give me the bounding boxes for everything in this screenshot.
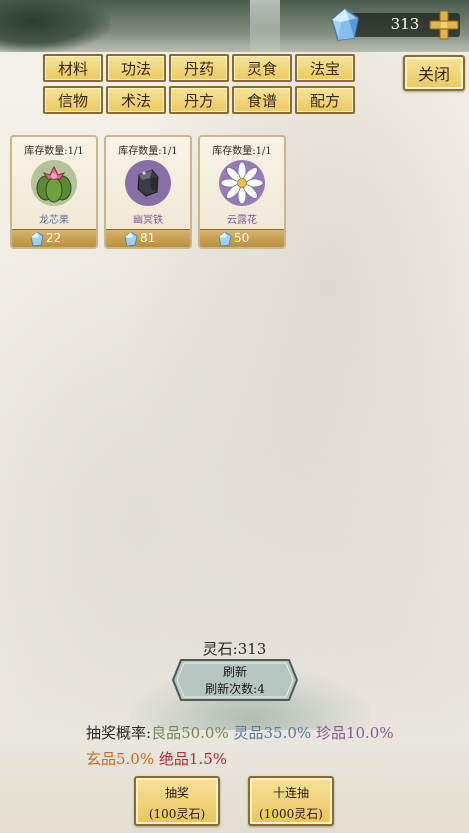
probability-prefix: 抽奖概率:	[86, 724, 152, 742]
spirit-stone-icon	[218, 232, 232, 246]
item-name: 幽冥铁	[133, 215, 163, 226]
tab-elixirs[interactable]: 丹药	[169, 54, 229, 82]
spirit-stone-icon	[30, 232, 44, 246]
draw-probability-line-2: 玄品5.0% 绝品1.5%	[86, 748, 227, 769]
probability-jue: 绝品1.5%	[158, 750, 227, 768]
item-price-bar: 50	[200, 229, 284, 247]
refresh-count: 刷新次数:4	[205, 682, 265, 696]
spirit-stone-icon	[331, 8, 359, 41]
tab-tokens[interactable]: 信物	[43, 86, 103, 114]
cloud-dew-flower-icon	[219, 160, 265, 206]
close-button[interactable]: 关闭	[403, 55, 465, 91]
refresh-button[interactable]: 刷新 刷新次数:4	[171, 658, 299, 702]
waterfall	[250, 0, 280, 52]
item-stock: 库存数量:1/1	[212, 146, 272, 157]
shop-item-card[interactable]: 库存数量:1/1 幽冥铁 81	[104, 135, 192, 249]
single-draw-label: 抽奖	[164, 786, 189, 800]
tab-materials[interactable]: 材料	[43, 54, 103, 82]
item-stock: 库存数量:1/1	[118, 146, 178, 157]
item-price-bar: 81	[106, 229, 190, 247]
ten-draw-label: 十连抽	[272, 786, 309, 800]
netherworld-iron-icon	[125, 160, 171, 206]
shop-item-card[interactable]: 库存数量:1/1 龙芯果 22	[10, 135, 98, 249]
tab-techniques[interactable]: 功法	[106, 54, 166, 82]
tab-treasures[interactable]: 法宝	[295, 54, 355, 82]
item-price-bar: 22	[12, 229, 96, 247]
shop-item-card[interactable]: 库存数量:1/1 云露花 50	[198, 135, 286, 249]
spirit-stone-icon	[124, 232, 138, 246]
dragon-heart-fruit-icon	[31, 160, 77, 206]
tab-elixir-recipes[interactable]: 丹方	[169, 86, 229, 114]
tree-silhouette	[0, 0, 110, 52]
single-draw-button[interactable]: 抽奖 (100灵石)	[134, 776, 220, 826]
probability-zhen: 珍品10.0%	[315, 724, 394, 742]
item-name: 龙芯果	[39, 215, 69, 226]
probability-good: 良品50.0%	[151, 724, 229, 742]
ten-draw-button[interactable]: 十连抽 (1000灵石)	[248, 776, 334, 826]
draw-probability-line-1: 抽奖概率:良品50.0% 灵品35.0% 珍品10.0%	[86, 722, 394, 743]
refresh-label: 刷新	[222, 665, 247, 679]
tab-spirit-food[interactable]: 灵食	[232, 54, 292, 82]
item-name: 云露花	[227, 215, 257, 226]
item-price: 50	[234, 231, 250, 245]
item-price: 22	[46, 231, 62, 245]
ten-draw-cost: (1000灵石)	[259, 807, 323, 821]
tab-formulas[interactable]: 配方	[295, 86, 355, 114]
item-stock: 库存数量:1/1	[24, 146, 84, 157]
currency-display: 313	[330, 8, 460, 41]
probability-xuan: 玄品5.0%	[86, 750, 155, 768]
add-currency-plus-icon[interactable]	[428, 9, 460, 41]
tab-food-recipes[interactable]: 食谱	[232, 86, 292, 114]
tab-spells[interactable]: 术法	[106, 86, 166, 114]
category-tab-panel: 材料 功法 丹药 灵食 法宝 信物 术法 丹方 食谱 配方	[38, 52, 358, 118]
single-draw-cost: (100灵石)	[148, 807, 206, 821]
currency-value: 313	[390, 15, 420, 33]
item-price: 81	[140, 231, 156, 245]
spirit-stone-balance: 灵石:313	[202, 640, 267, 658]
probability-ling: 灵品35.0%	[233, 724, 312, 742]
